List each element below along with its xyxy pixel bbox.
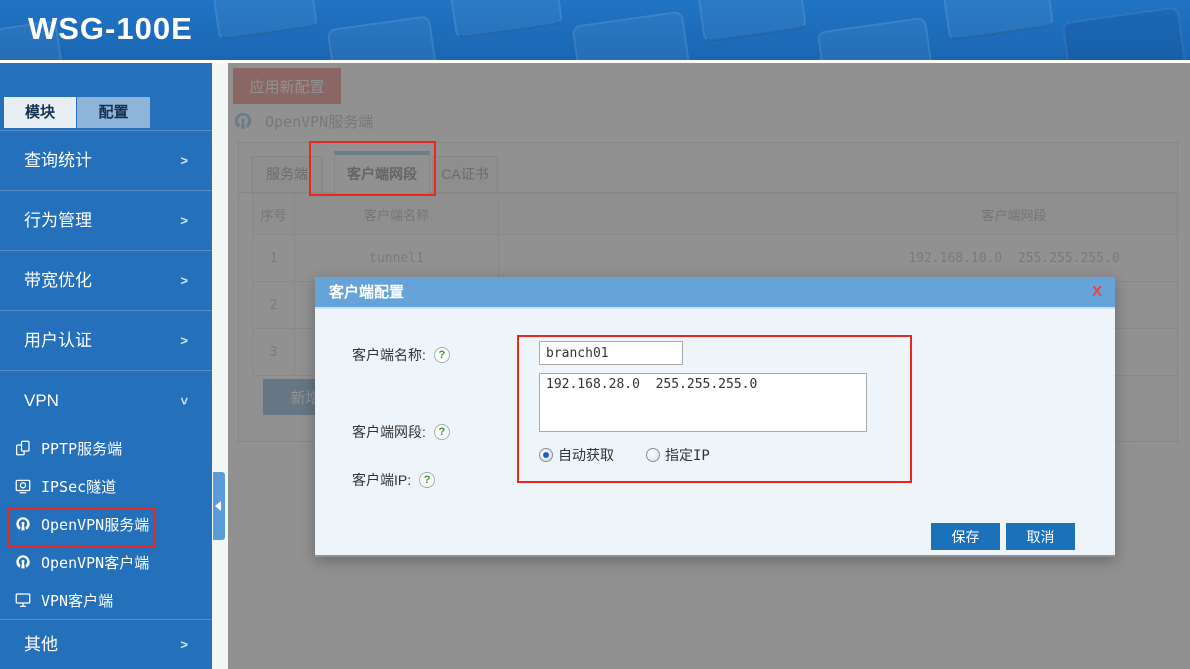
- sidebar-item-vpn-client[interactable]: VPN客户端: [0, 581, 212, 619]
- menu-label: 查询统计: [24, 151, 92, 170]
- sidebar-item-behavior-mgmt[interactable]: 行为管理 >: [0, 190, 212, 250]
- modal-body: 客户端名称: ? 客户端网段: ? 192.168.28.0 255.255.2…: [315, 309, 1115, 555]
- menu-label: 其他: [24, 635, 58, 654]
- devices-icon: [14, 439, 32, 457]
- client-segment-textarea[interactable]: 192.168.28.0 255.255.255.0: [539, 373, 867, 432]
- vpn-submenu: PPTP服务端 IPSec隧道 OpenVPN服务端: [0, 429, 212, 619]
- radio-specify-ip[interactable]: 指定IP: [646, 445, 710, 465]
- sidebar-item-user-auth[interactable]: 用户认证 >: [0, 310, 212, 370]
- sidebar-menu-bottom: 其他 >: [0, 619, 212, 669]
- sidebar-item-other[interactable]: 其他 >: [0, 619, 212, 669]
- client-config-modal: 客户端配置 X 客户端名称: ? 客户端网段: ? 192.168.28.0 2…: [315, 277, 1115, 557]
- radio-unselected-icon: [646, 448, 660, 462]
- vault-icon: [14, 477, 32, 495]
- sidebar-menu: 查询统计 > 行为管理 > 带宽优化 > 用户认证 > VPN >: [0, 130, 212, 430]
- app-title: WSG-100E: [28, 11, 193, 47]
- sidebar-item-pptp-server[interactable]: PPTP服务端: [0, 429, 212, 467]
- client-segment-label-row: 客户端网段: ?: [352, 422, 450, 442]
- sidebar-item-vpn[interactable]: VPN >: [0, 370, 212, 430]
- sidebar-item-openvpn-client[interactable]: OpenVPN客户端: [0, 543, 212, 581]
- monitor-icon: [14, 591, 32, 609]
- client-name-input[interactable]: [539, 341, 683, 365]
- help-icon[interactable]: ?: [419, 472, 435, 488]
- radio-auto-label: 自动获取: [558, 445, 614, 465]
- help-icon[interactable]: ?: [434, 424, 450, 440]
- sidebar: 模块 配置 查询统计 > 行为管理 > 带宽优化 > 用户认证 > VPN >: [0, 63, 212, 669]
- sidebar-tabs: 模块 配置: [0, 63, 212, 130]
- chevron-right-icon: >: [180, 620, 188, 669]
- chevron-down-icon: >: [154, 397, 214, 405]
- openvpn-icon: [14, 515, 32, 533]
- top-header: WSG-100E: [0, 0, 1190, 63]
- help-icon[interactable]: ?: [434, 347, 450, 363]
- radio-selected-icon: [539, 448, 553, 462]
- close-icon[interactable]: X: [1092, 277, 1102, 307]
- submenu-label: IPSec隧道: [41, 476, 116, 497]
- radio-auto-obtain[interactable]: 自动获取: [539, 445, 614, 465]
- openvpn-icon: [14, 553, 32, 571]
- sidebar-item-query-stats[interactable]: 查询统计 >: [0, 130, 212, 190]
- chevron-right-icon: >: [180, 311, 188, 371]
- sidebar-item-openvpn-server[interactable]: OpenVPN服务端: [0, 505, 212, 543]
- menu-label: 带宽优化: [24, 271, 92, 290]
- chevron-right-icon: >: [180, 131, 188, 191]
- menu-label: VPN: [24, 391, 59, 410]
- menu-label: 行为管理: [24, 211, 92, 230]
- chevron-right-icon: >: [180, 251, 188, 311]
- tab-modules[interactable]: 模块: [4, 97, 76, 128]
- chevron-right-icon: >: [180, 191, 188, 251]
- client-ip-radio-group: 自动获取 指定IP: [539, 445, 710, 465]
- app-screen: WSG-100E 模块 配置 查询统计 > 行为管理 > 带宽优化 > 用户认证…: [0, 0, 1190, 669]
- client-ip-label: 客户端IP:: [352, 470, 411, 490]
- sidebar-item-bandwidth-opt[interactable]: 带宽优化 >: [0, 250, 212, 310]
- client-name-label-row: 客户端名称: ?: [352, 345, 450, 365]
- sidebar-collapse-handle[interactable]: [213, 472, 225, 540]
- submenu-label: VPN客户端: [41, 590, 113, 611]
- modal-header: 客户端配置 X: [315, 277, 1115, 309]
- menu-label: 用户认证: [24, 331, 92, 350]
- submenu-label: OpenVPN服务端: [41, 514, 149, 535]
- tab-config[interactable]: 配置: [77, 97, 150, 128]
- modal-title: 客户端配置: [329, 277, 404, 308]
- save-button[interactable]: 保存: [931, 523, 1000, 550]
- client-ip-label-row: 客户端IP: ?: [352, 470, 435, 490]
- cancel-button[interactable]: 取消: [1006, 523, 1075, 550]
- collapse-arrow-icon: [215, 501, 221, 511]
- client-name-label: 客户端名称:: [352, 345, 426, 365]
- submenu-label: PPTP服务端: [41, 438, 122, 459]
- sidebar-item-ipsec-tunnel[interactable]: IPSec隧道: [0, 467, 212, 505]
- submenu-label: OpenVPN客户端: [41, 552, 149, 573]
- client-segment-label: 客户端网段:: [352, 422, 426, 442]
- radio-specify-label: 指定IP: [665, 445, 710, 465]
